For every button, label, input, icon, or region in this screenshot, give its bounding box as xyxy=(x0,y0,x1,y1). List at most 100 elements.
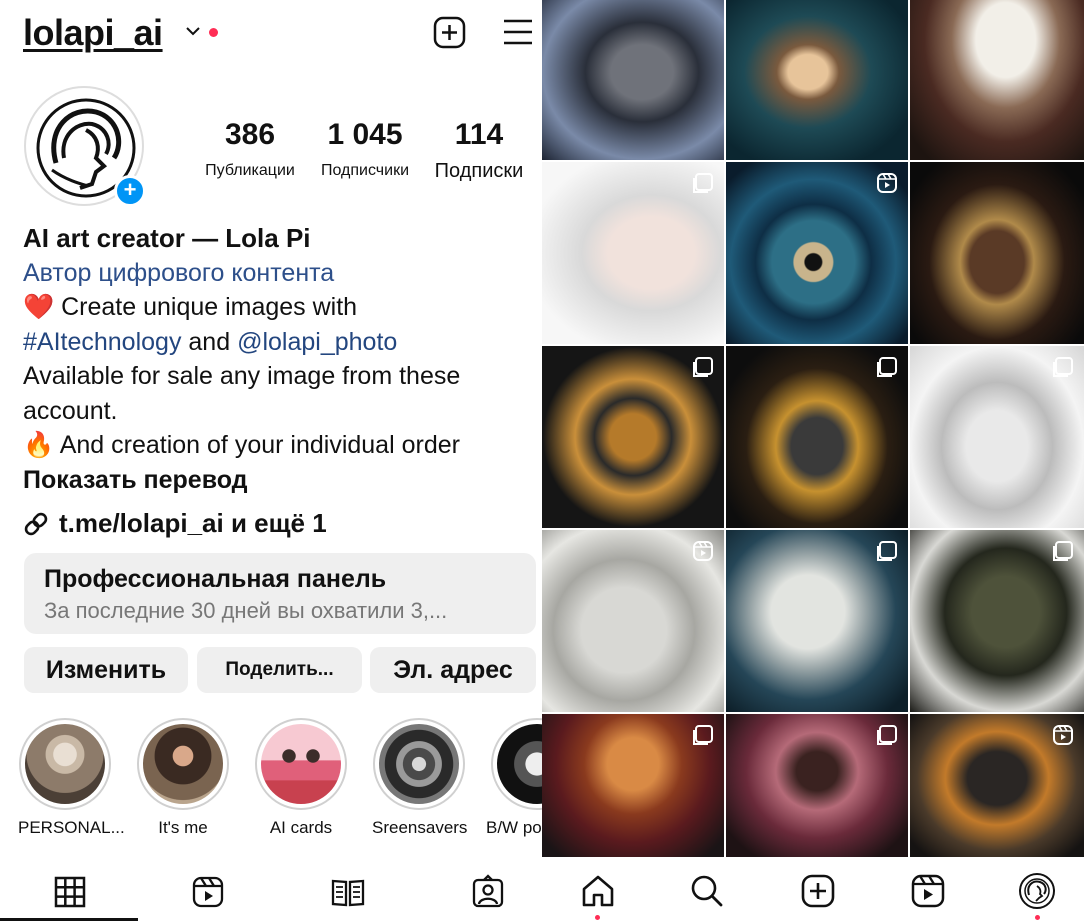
carousel-icon xyxy=(877,541,897,561)
edit-profile-button[interactable]: Изменить xyxy=(24,647,188,693)
highlight-ring xyxy=(19,718,111,810)
highlight-label: AI cards xyxy=(269,818,333,837)
profile-header: lolapi_ai xyxy=(0,0,542,70)
grid-post[interactable] xyxy=(726,0,908,160)
grid-post[interactable] xyxy=(910,346,1084,528)
link-icon xyxy=(24,512,48,535)
highlight-ring xyxy=(137,718,229,810)
search-icon[interactable] xyxy=(689,873,725,909)
highlight-ring xyxy=(373,718,465,810)
bio-line-3: Available for sale any image from these xyxy=(23,362,461,390)
notification-dot xyxy=(209,28,218,37)
carousel-icon xyxy=(877,357,897,377)
highlight-label: PERSONAL... xyxy=(18,818,125,837)
create-post-button[interactable] xyxy=(433,16,466,49)
profile-avatar-nav[interactable] xyxy=(1019,873,1055,909)
bio-text: And creation of your individual order xyxy=(59,431,460,459)
reels-tab-icon[interactable] xyxy=(190,874,226,910)
external-link-text: t.me/lolapi_ai и ещё 1 xyxy=(59,508,327,538)
grid-post[interactable] xyxy=(542,162,724,344)
posts-grid xyxy=(542,0,1084,857)
reels-badge-icon xyxy=(877,173,897,193)
create-icon[interactable] xyxy=(800,873,836,909)
reels-icon[interactable] xyxy=(910,873,946,909)
show-translation-link[interactable]: Показать перевод xyxy=(23,463,533,498)
profile-notification-dot xyxy=(1035,915,1040,920)
category-label: Автор цифрового контента xyxy=(23,258,335,287)
carousel-icon xyxy=(693,357,713,377)
grid-post[interactable] xyxy=(542,714,724,857)
carousel-icon xyxy=(1053,357,1073,377)
grid-post[interactable] xyxy=(910,530,1084,712)
grid-post[interactable] xyxy=(910,0,1084,160)
home-notification-dot xyxy=(595,915,600,920)
grid-post[interactable] xyxy=(726,530,908,712)
highlight-its-me[interactable]: It's me xyxy=(136,718,230,838)
bio-line-1: ❤️ Create unique images with xyxy=(23,290,533,325)
pro-panel-title: Профессиональная панель xyxy=(44,565,387,593)
highlight-label: B/W po xyxy=(486,818,542,837)
carousel-icon xyxy=(693,173,713,193)
grid-post[interactable] xyxy=(726,346,908,528)
stat-posts[interactable]: 386 Публикации xyxy=(198,118,302,180)
highlight-ring xyxy=(255,718,347,810)
reels-badge-icon xyxy=(1053,725,1073,745)
add-story-button[interactable]: + xyxy=(114,175,146,207)
grid-tab-icon[interactable] xyxy=(52,874,88,910)
grid-post[interactable] xyxy=(910,162,1084,344)
profile-pane: lolapi_ai + 386 Публикации 1 045 Подписч… xyxy=(0,0,542,924)
grid-post[interactable] xyxy=(726,714,908,857)
profile-tabs xyxy=(0,860,542,924)
professional-dashboard[interactable]: Профессиональная панель За последние 30 … xyxy=(24,553,536,634)
followers-label: Подписчики xyxy=(320,162,409,179)
bottom-navigation xyxy=(542,857,1084,924)
stat-followers[interactable]: 1 045 Подписчики xyxy=(311,118,419,180)
highlight-label: Sreensavers xyxy=(372,818,468,837)
highlight-cover xyxy=(25,724,105,804)
following-label: Подписки xyxy=(434,160,524,182)
home-icon[interactable] xyxy=(580,873,616,909)
email-button[interactable]: Эл. адрес xyxy=(370,647,536,693)
highlight-screensavers[interactable]: Sreensavers xyxy=(372,718,468,838)
hashtag-link[interactable]: #AItechnology xyxy=(23,328,181,356)
carousel-icon xyxy=(1053,541,1073,561)
highlight-ai-cards[interactable]: AI cards xyxy=(254,718,348,838)
posts-label: Публикации xyxy=(205,162,295,179)
grid-post[interactable] xyxy=(910,714,1084,857)
followers-count: 1 045 xyxy=(327,118,403,151)
highlight-cover xyxy=(261,724,341,804)
bio-line-2: #AItechnology and @lolapi_photo xyxy=(23,325,533,360)
heart-emoji-icon: ❤️ xyxy=(23,293,55,321)
tagged-tab-icon[interactable] xyxy=(470,874,506,910)
posts-count: 386 xyxy=(224,118,276,151)
bio-line-5: 🔥 And creation of your individual order xyxy=(23,428,533,463)
highlight-label: It's me xyxy=(158,818,208,837)
carousel-icon xyxy=(693,725,713,745)
highlight-personal[interactable]: PERSONAL... xyxy=(18,718,125,838)
active-tab-indicator xyxy=(0,918,138,921)
grid-post[interactable] xyxy=(726,162,908,344)
highlight-cover xyxy=(497,724,542,804)
posts-grid-pane xyxy=(542,0,1084,924)
grid-post[interactable] xyxy=(542,346,724,528)
highlight-cover xyxy=(379,724,459,804)
external-link[interactable]: t.me/lolapi_ai и ещё 1 xyxy=(23,508,327,539)
reels-badge-icon xyxy=(693,541,713,561)
grid-post[interactable] xyxy=(542,0,724,160)
bio-text: Create unique images with xyxy=(61,293,358,321)
bio: AI art creator — Lola Pi Автор цифрового… xyxy=(23,221,533,497)
grid-post[interactable] xyxy=(542,530,724,712)
mention-link[interactable]: @lolapi_photo xyxy=(237,328,397,356)
chevron-down-icon[interactable] xyxy=(186,26,200,36)
lola-logo-icon xyxy=(1024,878,1050,904)
share-profile-button[interactable]: Поделить... xyxy=(197,647,362,693)
guides-tab-icon[interactable] xyxy=(330,874,366,910)
pro-panel-subtitle: За последние 30 дней вы охватили 3,... xyxy=(44,598,448,623)
highlight-bw-portraits[interactable]: B/W po xyxy=(486,718,542,838)
username-switcher[interactable]: lolapi_ai xyxy=(23,12,163,54)
menu-icon[interactable] xyxy=(502,18,534,46)
following-count: 114 xyxy=(454,118,504,151)
stat-following[interactable]: 114 Подписки xyxy=(426,118,532,183)
highlight-ring xyxy=(491,718,542,810)
highlight-cover xyxy=(143,724,223,804)
